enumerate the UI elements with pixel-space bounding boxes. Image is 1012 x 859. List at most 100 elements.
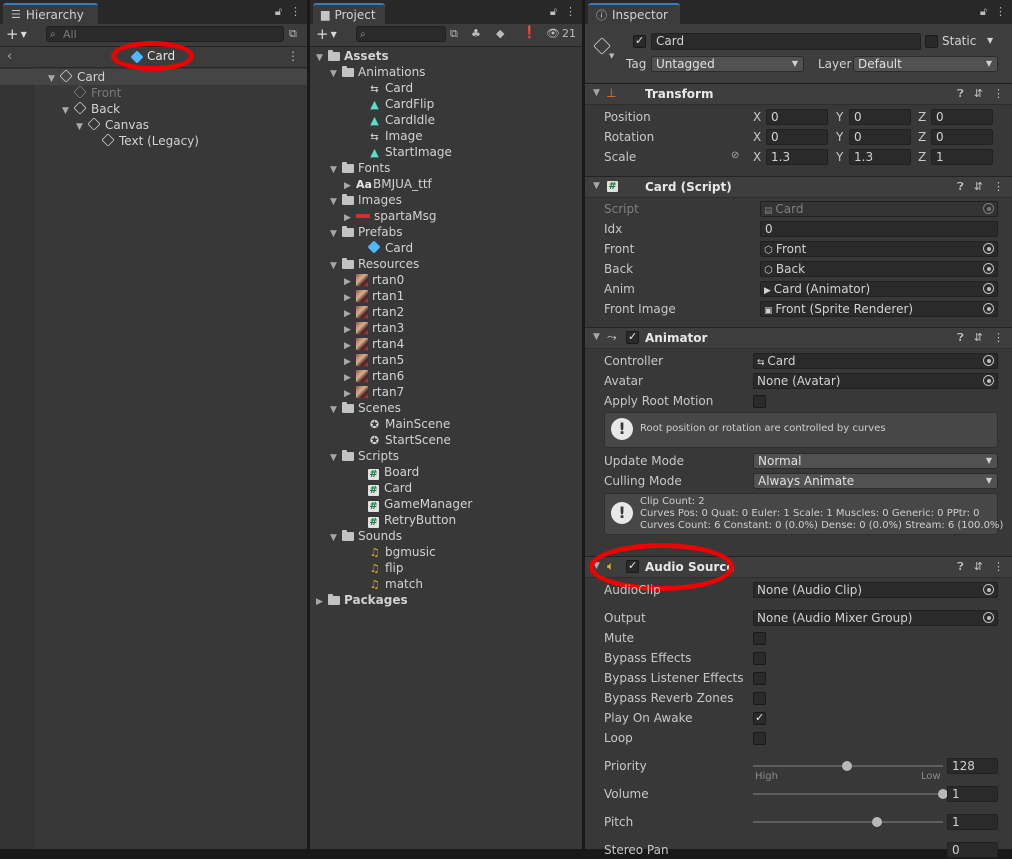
lock-icon[interactable]: 🔓︎ bbox=[275, 5, 282, 19]
output-object-field[interactable]: None (Audio Mixer Group) bbox=[753, 610, 998, 626]
y-axis-label[interactable]: Y bbox=[836, 129, 843, 145]
create-add-button[interactable]: + ▼ bbox=[6, 25, 27, 43]
console-warning-icon[interactable]: ❗ bbox=[522, 25, 537, 39]
back-arrow-icon[interactable]: ‹ bbox=[7, 49, 12, 64]
back-object-field[interactable]: ⬡ Back bbox=[760, 261, 998, 277]
expand-arrow-icon[interactable]: ▼ bbox=[330, 530, 342, 546]
transform-header[interactable]: ▼ ⟂ Transform ❓︎ ⇵ ⋮ bbox=[585, 83, 1012, 105]
expand-arrow-icon[interactable]: ▼ bbox=[330, 258, 342, 274]
project-row[interactable]: ▼ Resources bbox=[330, 256, 419, 272]
expand-arrow-icon[interactable]: ▼ bbox=[76, 119, 88, 135]
project-row[interactable]: ▶ rtan6 bbox=[344, 368, 404, 384]
avatar-object-field[interactable]: None (Avatar) bbox=[753, 373, 998, 389]
anim-object-field[interactable]: ▶ Card (Animator) bbox=[760, 281, 998, 297]
expand-arrow-icon[interactable]: ▼ bbox=[330, 402, 342, 418]
z-axis-label[interactable]: Z bbox=[918, 149, 926, 165]
presets-icon[interactable]: ⇵ bbox=[974, 331, 983, 345]
expand-arrow-icon[interactable]: ▶ bbox=[316, 594, 328, 610]
tab-project[interactable]: ▆ Project bbox=[313, 3, 385, 24]
tag-dropdown[interactable]: Untagged ▼ bbox=[651, 56, 804, 72]
mute-checkbox[interactable] bbox=[753, 632, 766, 645]
project-row[interactable]: # Board bbox=[344, 464, 419, 480]
help-icon[interactable]: ❓︎ bbox=[957, 87, 964, 101]
project-row[interactable]: ✪ StartScene bbox=[344, 432, 451, 448]
project-row[interactable]: ▼ Animations bbox=[330, 64, 425, 80]
expand-arrow-icon[interactable]: ▼ bbox=[62, 103, 74, 119]
constrain-proportions-icon[interactable]: ⊘ bbox=[731, 150, 739, 161]
project-row[interactable]: ▶ rtan2 bbox=[344, 304, 404, 320]
priority-slider-knob[interactable] bbox=[842, 761, 853, 771]
object-picker-icon[interactable] bbox=[983, 283, 994, 294]
position-x-field[interactable]: 0 bbox=[766, 109, 828, 125]
expand-arrow-icon[interactable]: ▼ bbox=[330, 450, 342, 466]
object-picker-icon[interactable] bbox=[983, 303, 994, 314]
project-row[interactable]: ▼ Assets bbox=[316, 48, 389, 64]
project-row[interactable]: ▶ Packages bbox=[316, 592, 408, 608]
y-axis-label[interactable]: Y bbox=[836, 149, 843, 165]
expand-arrow-icon[interactable]: ▼ bbox=[330, 194, 342, 210]
layer-dropdown[interactable]: Default ▼ bbox=[853, 56, 998, 72]
filter-by-type-icon[interactable]: ♣ bbox=[471, 27, 481, 40]
static-checkbox[interactable] bbox=[925, 35, 938, 48]
pitch-slider-track[interactable] bbox=[753, 817, 943, 827]
culling-mode-dropdown[interactable]: Always Animate ▼ bbox=[753, 473, 998, 489]
project-row[interactable]: ✪ MainScene bbox=[344, 416, 450, 432]
hidden-packages-icon[interactable]: 👁︎ bbox=[546, 27, 560, 40]
kebab-menu-icon[interactable]: ⋮ bbox=[565, 5, 576, 19]
hierarchy-row[interactable]: ▼ Canvas bbox=[76, 117, 149, 133]
project-row[interactable]: ♫ match bbox=[344, 576, 423, 592]
hierarchy-row[interactable]: ▼ Back bbox=[62, 101, 120, 117]
animator-enabled-checkbox[interactable] bbox=[626, 330, 639, 344]
project-row[interactable]: ▲ CardFlip bbox=[344, 96, 434, 112]
project-row[interactable]: # GameManager bbox=[344, 496, 472, 512]
object-picker-icon[interactable] bbox=[983, 263, 994, 274]
object-picker-icon[interactable] bbox=[983, 355, 994, 366]
project-row[interactable]: ▼ Sounds bbox=[330, 528, 402, 544]
project-search-input[interactable]: ⌕ bbox=[356, 26, 446, 42]
volume-slider-track[interactable] bbox=[753, 789, 948, 799]
scale-y-field[interactable]: 1.3 bbox=[849, 149, 911, 165]
z-axis-label[interactable]: Z bbox=[918, 129, 926, 145]
project-row[interactable]: ♫ flip bbox=[344, 560, 404, 576]
component-menu-icon[interactable]: ⋮ bbox=[993, 87, 1004, 101]
volume-field[interactable]: 1 bbox=[947, 786, 998, 802]
kebab-menu-icon[interactable]: ⋮ bbox=[290, 5, 301, 19]
project-row[interactable]: ▲ StartImage bbox=[344, 144, 452, 160]
rotation-z-field[interactable]: 0 bbox=[931, 129, 993, 145]
project-row[interactable]: ▶ spartaMsg bbox=[344, 208, 436, 224]
x-axis-label[interactable]: X bbox=[753, 149, 761, 165]
loop-checkbox[interactable] bbox=[753, 732, 766, 745]
presets-icon[interactable]: ⇵ bbox=[974, 560, 983, 574]
help-icon[interactable]: ❓︎ bbox=[957, 331, 964, 345]
component-menu-icon[interactable]: ⋮ bbox=[993, 180, 1004, 194]
object-picker-icon[interactable] bbox=[983, 612, 994, 623]
rotation-x-field[interactable]: 0 bbox=[766, 129, 828, 145]
hierarchy-row[interactable]: Text (Legacy) bbox=[90, 133, 199, 149]
position-z-field[interactable]: 0 bbox=[931, 109, 993, 125]
project-row[interactable]: ▼ Scenes bbox=[330, 400, 401, 416]
audio-source-header[interactable]: ▼ 🔈︎ Audio Source ❓︎ ⇵ ⋮ bbox=[585, 556, 1012, 578]
expand-arrow-icon[interactable]: ▼ bbox=[330, 162, 342, 178]
controller-object-field[interactable]: ⇆ Card bbox=[753, 353, 998, 369]
expand-arrow-icon[interactable]: ▼ bbox=[316, 50, 328, 66]
front-object-field[interactable]: ⬡ Front bbox=[760, 241, 998, 257]
project-row[interactable]: Card bbox=[344, 240, 413, 256]
project-row[interactable]: ▶ rtan7 bbox=[344, 384, 404, 400]
project-row[interactable]: ⇆ Image bbox=[344, 128, 422, 144]
component-menu-icon[interactable]: ⋮ bbox=[993, 560, 1004, 574]
hierarchy-row[interactable]: ▼ Card bbox=[0, 69, 307, 85]
project-row[interactable]: # Card bbox=[344, 480, 412, 496]
tab-hierarchy[interactable]: ☰ Hierarchy bbox=[3, 3, 98, 24]
prefab-header-menu-icon[interactable]: ⋮ bbox=[287, 49, 299, 63]
bypass-effects-checkbox[interactable] bbox=[753, 652, 766, 665]
hierarchy-row[interactable]: Front bbox=[62, 85, 121, 101]
presets-icon[interactable]: ⇵ bbox=[974, 180, 983, 194]
project-row[interactable]: ▶ rtan5 bbox=[344, 352, 404, 368]
card-script-header[interactable]: ▼ # Card (Script) ❓︎ ⇵ ⋮ bbox=[585, 176, 1012, 198]
audio-source-enabled-checkbox[interactable] bbox=[626, 559, 639, 573]
kebab-menu-icon[interactable]: ⋮ bbox=[995, 5, 1006, 19]
presets-icon[interactable]: ⇵ bbox=[974, 87, 983, 101]
y-axis-label[interactable]: Y bbox=[836, 109, 843, 125]
search-by-type-icon[interactable]: ⧉ bbox=[450, 27, 458, 41]
x-axis-label[interactable]: X bbox=[753, 129, 761, 145]
